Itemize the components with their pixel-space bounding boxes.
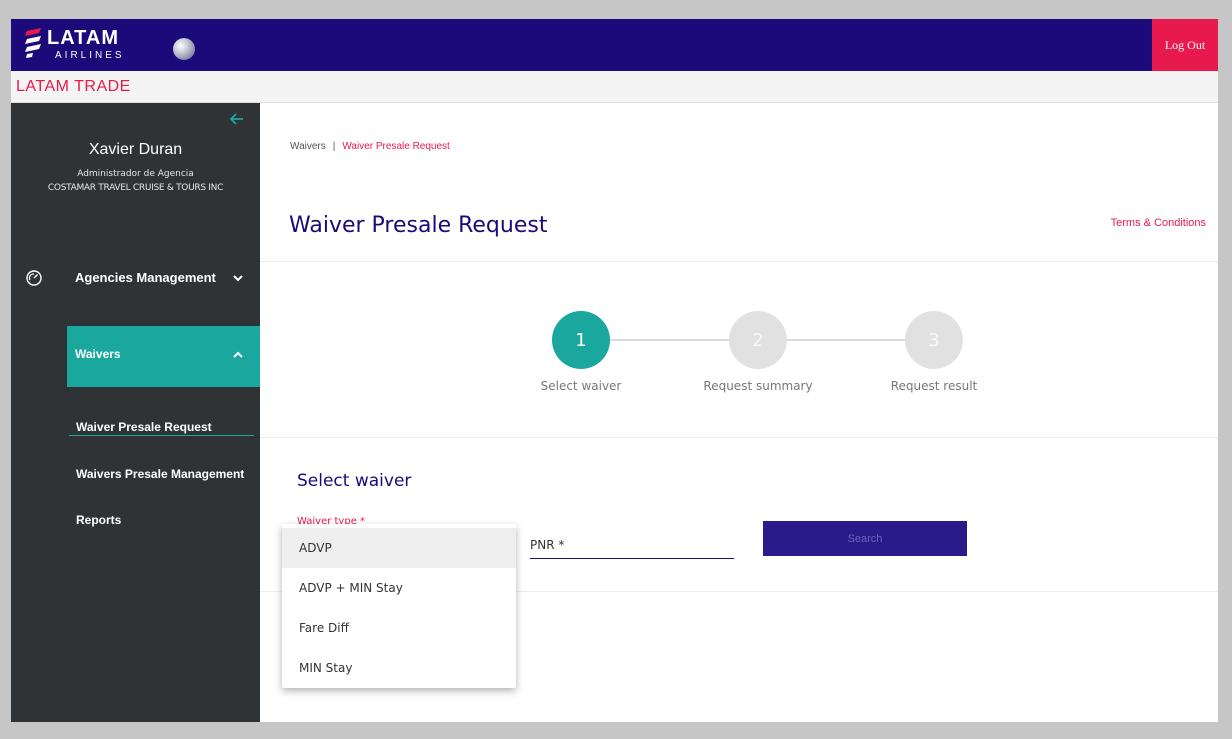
step-label: Request summary <box>703 379 813 393</box>
step-number: 1 <box>552 311 610 369</box>
step-label: Request result <box>890 379 978 393</box>
step-number: 3 <box>905 311 963 369</box>
pnr-input[interactable]: PNR * <box>530 531 734 559</box>
breadcrumb-link-waivers[interactable]: Waivers <box>290 141 326 152</box>
user-agency: COSTAMAR TRAVEL CRUISE & TOURS INC <box>47 183 224 193</box>
logout-button[interactable]: Log Out <box>1152 19 1218 71</box>
step-number: 2 <box>729 311 787 369</box>
dropdown-option-advp[interactable]: ADVP <box>282 528 516 568</box>
user-name: Xavier Duran <box>88 141 183 158</box>
globe-icon <box>173 38 195 60</box>
stepper: 1 Select waiver 2 Request summary 3 Requ… <box>260 308 1218 398</box>
divider <box>260 261 1218 262</box>
dropdown-option-fare-diff[interactable]: Fare Diff <box>282 608 516 648</box>
step-connector <box>610 339 735 341</box>
chevron-up-icon <box>233 351 243 358</box>
section-title: Select waiver <box>297 471 412 491</box>
search-button[interactable]: Search <box>763 521 967 556</box>
pnr-label: PNR * <box>530 538 565 552</box>
divider <box>260 437 1218 438</box>
arrow-left-icon[interactable] <box>229 111 249 131</box>
dashboard-icon <box>26 270 42 286</box>
breadcrumb: Waivers | Waiver Presale Request <box>290 141 450 152</box>
latam-trade-title: LATAM TRADE <box>16 78 131 95</box>
sidebar-subitem-waivers-presale-management[interactable]: Waivers Presale Management <box>76 467 244 481</box>
sidebar-item-agencies-management[interactable]: Agencies Management <box>11 261 260 297</box>
logo-subtext: AIRLINES <box>55 50 125 61</box>
dropdown-option-min-stay[interactable]: MIN Stay <box>282 648 516 688</box>
latam-stripes-icon <box>25 28 41 58</box>
breadcrumb-separator: | <box>332 141 336 152</box>
sidebar-item-waivers[interactable]: Waivers <box>67 326 260 387</box>
chevron-down-icon <box>233 275 243 282</box>
top-bar: LATAM AIRLINES Log Out <box>11 19 1218 71</box>
waiver-type-dropdown[interactable]: ADVP ADVP + MIN Stay Fare Diff MIN Stay <box>282 524 516 688</box>
sidebar-divider <box>69 435 254 436</box>
step-connector <box>782 339 912 341</box>
sidebar-item-label: Agencies Management <box>75 270 216 285</box>
trade-bar: LATAM TRADE <box>11 71 1218 103</box>
user-role: Administrador de Agencia <box>77 169 194 179</box>
latam-logo[interactable]: LATAM AIRLINES <box>25 25 205 65</box>
sidebar-item-label: Waivers <box>75 347 121 361</box>
app-frame: LATAM AIRLINES Log Out LATAM TRADE Xavie… <box>11 19 1218 722</box>
dropdown-option-advp-min-stay[interactable]: ADVP + MIN Stay <box>282 568 516 608</box>
sidebar: Xavier Duran Administrador de Agencia CO… <box>11 103 260 722</box>
breadcrumb-current: Waiver Presale Request <box>342 141 450 152</box>
sidebar-subitem-reports[interactable]: Reports <box>76 513 121 527</box>
page-title: Waiver Presale Request <box>289 213 548 238</box>
terms-link[interactable]: Terms & Conditions <box>1111 217 1206 229</box>
logo-text: LATAM <box>47 27 120 49</box>
sidebar-subitem-waiver-presale-request[interactable]: Waiver Presale Request <box>76 420 212 434</box>
step-label: Select waiver <box>540 379 622 393</box>
